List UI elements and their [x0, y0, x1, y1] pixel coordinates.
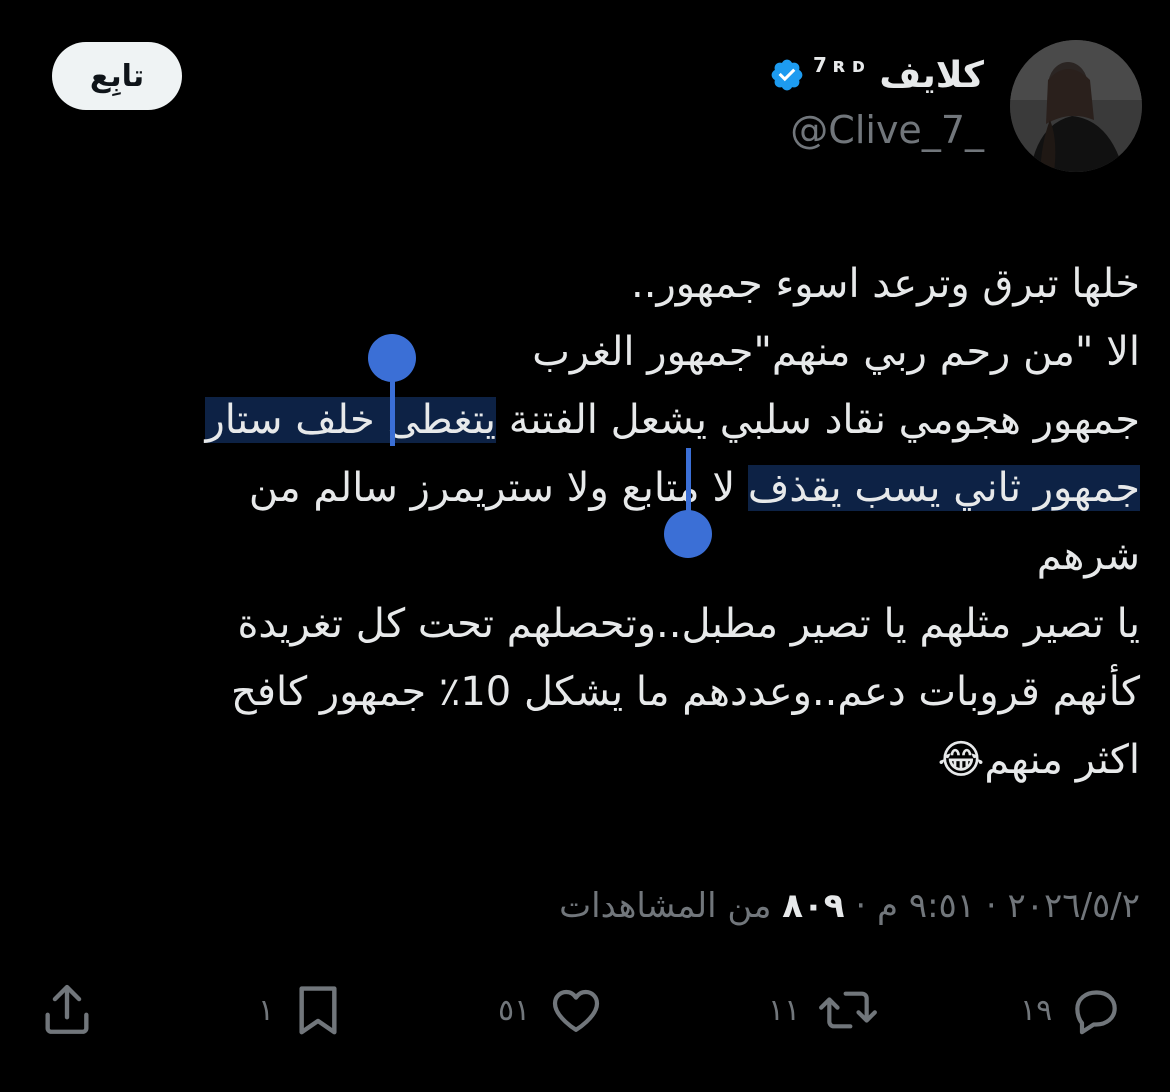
tweet-line-1: خلها تبرق وترعد اسوء جمهور..	[631, 261, 1140, 307]
tweet-text: خلها تبرق وترعد اسوء جمهور.. الا "من رحم…	[28, 250, 1140, 794]
selected-text-2: جمهور ثاني يسب يقذف	[747, 465, 1140, 511]
tweet-line-4-text: لا متابع ولا ستريمرز سالم من	[248, 465, 748, 511]
tweet-date: ٢٠٢٦/٥/٢	[1007, 886, 1140, 926]
avatar[interactable]	[1010, 40, 1142, 172]
meta-separator-2: ·	[844, 886, 877, 926]
user-handle[interactable]: @Clive_7_	[790, 108, 984, 152]
display-name[interactable]: كلايف 7ʀᴅ	[769, 50, 984, 100]
bookmark-icon	[290, 980, 346, 1040]
follow-button[interactable]: تابِع	[52, 42, 182, 110]
bookmark-action[interactable]: ١	[258, 975, 346, 1045]
tweet-line-5: شرهم	[1036, 533, 1140, 579]
tweet-line-4: جمهور ثاني يسب يقذف لا متابع ولا ستريمرز…	[28, 454, 1140, 522]
tweet-line-8: اكثر منهم😂	[28, 726, 1140, 794]
tweet-line-2: الا "من رحم ربي منهم"جمهور الغرب	[532, 329, 1140, 375]
repost-count: ١١	[768, 992, 801, 1028]
like-action[interactable]: ٥١	[498, 975, 606, 1045]
avatar-image	[1010, 40, 1142, 172]
selected-text-1: يتغطى خلف ستار	[205, 397, 497, 443]
reply-action[interactable]: ١٩	[1020, 975, 1124, 1045]
display-name-suffix: 7ʀᴅ	[813, 53, 872, 77]
display-name-text: كلايف	[879, 54, 984, 96]
repost-action[interactable]: ١١	[768, 975, 880, 1045]
tweet-meta: ٢٠٢٦/٥/٢ · ٩:٥١ م · ٨٠٩ من المشاهدات	[559, 886, 1140, 926]
selection-start-handle[interactable]	[368, 334, 416, 382]
reply-icon	[1068, 982, 1124, 1038]
verified-badge-icon	[769, 57, 805, 93]
tweet-line-6: يا تصير مثلهم يا تصير مطبل..وتحصلهم تحت …	[237, 601, 1140, 647]
meta-separator-1: ·	[975, 886, 1008, 926]
views-count[interactable]: ٨٠٩	[782, 886, 844, 926]
heart-icon	[546, 982, 606, 1038]
tweet-line-3: جمهور هجومي نقاد سلبي يشعل الفتنة يتغطى …	[28, 386, 1140, 454]
laughing-emoji: 😂	[937, 737, 985, 783]
tweet-line-7: كأنهم قروبات دعم..وعددهم ما يشكل 10٪ جمه…	[231, 669, 1140, 715]
share-action[interactable]	[38, 975, 96, 1045]
selection-end-handle[interactable]	[664, 510, 712, 558]
share-icon	[38, 981, 96, 1039]
tweet-line-3-text: جمهور هجومي نقاد سلبي يشعل الفتنة	[496, 397, 1140, 443]
tweet-line-8-text: اكثر منهم	[984, 737, 1140, 783]
views-label: من المشاهدات	[559, 886, 783, 926]
repost-icon	[816, 982, 880, 1038]
reply-count: ١٩	[1020, 992, 1053, 1028]
tweet-time: ٩:٥١ م	[876, 886, 976, 926]
like-count: ٥١	[498, 992, 531, 1028]
bookmark-count: ١	[258, 992, 275, 1028]
